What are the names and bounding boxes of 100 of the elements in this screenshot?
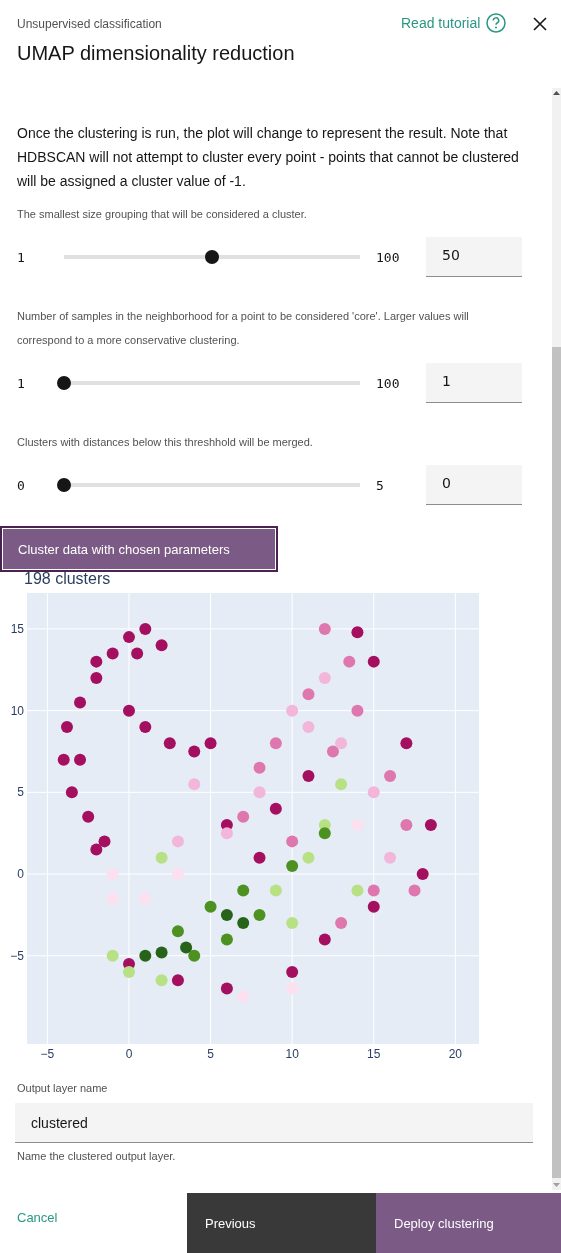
y-tick-label: 15: [10, 621, 24, 636]
chart-title: 198 clusters: [24, 572, 112, 589]
y-tick-label: 10: [10, 703, 24, 718]
point: [269, 802, 282, 815]
output-name-field[interactable]: clustered: [15, 1103, 533, 1143]
parameter-description: The smallest size grouping that will be considered a cluster.: [17, 207, 308, 222]
point: [302, 720, 315, 733]
point: [139, 720, 152, 733]
point: [60, 720, 73, 733]
point: [122, 704, 135, 717]
point: [90, 655, 103, 668]
point: [188, 778, 201, 791]
field-help-text: Name the clustered output layer.: [17, 1150, 177, 1162]
point: [237, 810, 250, 823]
point: [318, 827, 331, 840]
point: [416, 868, 429, 881]
intro-paragraph: Once the clustering is run, the plot will change to represent the result. Note that HDBSCAN will not attempt to cluster every point - points that cannot be clustered will be assigned a cluster value of -1.: [17, 124, 520, 191]
close-icon[interactable]: [533, 17, 547, 31]
x-tick-label: −5: [40, 1047, 55, 1061]
point: [122, 631, 135, 644]
point: [302, 688, 315, 701]
point: [74, 753, 87, 766]
help-icon: [486, 13, 507, 33]
point: [384, 770, 397, 783]
y-tick-label: 5: [17, 785, 24, 800]
dialog-title: UMAP dimensionality reduction: [17, 42, 295, 65]
x-tick-label: 20: [448, 1047, 462, 1061]
point: [82, 810, 95, 823]
point: [106, 868, 119, 881]
number-input[interactable]: 50: [426, 237, 522, 277]
scrollbar-thumb[interactable]: [552, 347, 561, 1178]
point: [335, 737, 348, 750]
point: [188, 949, 201, 962]
dialog-subtitle: Unsupervised classification: [17, 17, 162, 31]
point: [220, 933, 233, 946]
point: [139, 622, 152, 635]
slider-max-label: 100: [375, 375, 401, 391]
point: [57, 753, 70, 766]
y-tick-label: 0: [17, 867, 24, 882]
point: [351, 819, 364, 832]
point: [318, 933, 331, 946]
point: [335, 778, 348, 791]
slider-thumb[interactable]: [205, 250, 219, 264]
slider-thumb[interactable]: [57, 376, 71, 390]
point: [269, 737, 282, 750]
point: [335, 917, 348, 930]
point: [155, 974, 168, 987]
point: [171, 925, 184, 938]
cancel-link[interactable]: Cancel: [0, 1193, 187, 1253]
point: [98, 835, 111, 848]
point: [367, 900, 380, 913]
point: [343, 655, 356, 668]
point: [220, 827, 233, 840]
point: [237, 884, 250, 897]
slider-min-label: 1: [17, 375, 26, 391]
deploy-button[interactable]: Deploy clustering: [376, 1193, 561, 1253]
point: [204, 737, 217, 750]
slider-max-label: 100: [375, 249, 401, 265]
point: [367, 884, 380, 897]
point: [286, 835, 299, 848]
point: [326, 745, 339, 758]
number-input[interactable]: 0: [426, 465, 522, 505]
point: [253, 761, 266, 774]
point: [74, 696, 87, 709]
point: [139, 892, 152, 905]
point: [408, 884, 421, 897]
point: [155, 946, 168, 959]
slider-min-label: 1: [17, 249, 26, 265]
point: [204, 900, 217, 913]
number-input[interactable]: 1: [426, 363, 522, 403]
point: [318, 622, 331, 635]
read-tutorial-link[interactable]: Read tutorial: [401, 13, 507, 33]
point: [367, 786, 380, 799]
point: [400, 737, 413, 750]
point: [171, 868, 184, 881]
point: [180, 941, 193, 954]
point: [220, 982, 233, 995]
x-tick-label: 10: [285, 1047, 299, 1061]
point: [351, 626, 364, 639]
point: [302, 770, 315, 783]
cluster-button[interactable]: Cluster data with chosen parameters: [0, 526, 278, 572]
point: [106, 949, 119, 962]
point: [163, 737, 176, 750]
point: [131, 647, 144, 660]
point: [139, 949, 152, 962]
previous-button[interactable]: Previous: [187, 1193, 376, 1253]
slider-thumb[interactable]: [57, 478, 71, 492]
point: [237, 917, 250, 930]
point: [155, 639, 168, 652]
scrollbar[interactable]: [552, 88, 561, 1190]
point: [367, 655, 380, 668]
slider-max-label: 5: [375, 477, 385, 493]
point: [351, 704, 364, 717]
y-tick-label: −5: [10, 948, 24, 963]
point: [286, 917, 299, 930]
point: [220, 908, 233, 921]
point: [253, 851, 266, 864]
point: [106, 892, 119, 905]
point: [253, 908, 266, 921]
point: [171, 974, 184, 987]
